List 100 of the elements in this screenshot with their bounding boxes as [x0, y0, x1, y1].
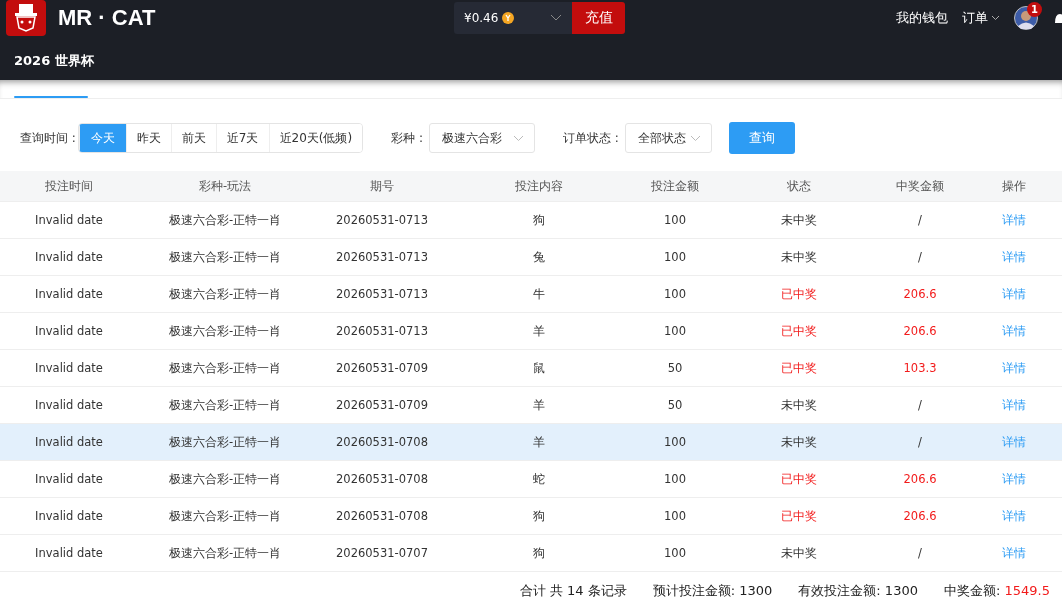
table-cell-text: Invalid date: [34, 472, 104, 486]
table-cell-text: 极速六合彩-正特一肖: [167, 286, 283, 302]
table-cell-text: 极速六合彩-正特一肖: [167, 471, 283, 487]
table-cell-text: 20260531-0707: [335, 546, 429, 560]
orders-menu[interactable]: 订单: [962, 9, 988, 27]
chevron-down-icon: [550, 14, 562, 22]
table-cell-text: 20260531-0708: [335, 472, 429, 486]
coin-icon: [502, 12, 515, 24]
banner-title: 2026 世界杯: [13, 52, 95, 70]
column-header: 中奖金额: [895, 178, 945, 194]
notification-badge: 1: [1027, 2, 1042, 17]
table-cell-text: 50: [666, 361, 684, 375]
table-cell-text: Invalid date: [34, 435, 104, 449]
table-cell-text: 兔: [532, 249, 546, 265]
table-cell-text: 20260531-0708: [335, 435, 429, 449]
column-header: 状态: [786, 178, 812, 194]
table-cell-text: 极速六合彩-正特一肖: [167, 397, 283, 413]
table-cell-text: Invalid date: [34, 213, 104, 227]
table-cell-text: 羊: [532, 397, 546, 413]
details-link[interactable]: 详情: [1002, 434, 1026, 449]
table-cell-text: 未中奖: [780, 397, 818, 413]
table-cell-text: /: [917, 398, 923, 412]
details-link[interactable]: 详情: [1002, 212, 1026, 227]
table-cell-text: /: [917, 250, 923, 264]
expected-bet-total: 预计投注金额: 1300: [652, 582, 773, 600]
table-cell-text: Invalid date: [34, 546, 104, 560]
table-cell-text: 极速六合彩-正特一肖: [167, 212, 283, 228]
table-cell-text: 已中奖: [780, 360, 818, 376]
table-cell-text: 20260531-0713: [335, 324, 429, 338]
valid-bet-total: 有效投注金额: 1300: [798, 582, 918, 600]
table-cell-text: 20260531-0713: [335, 213, 429, 227]
table-cell-text: Invalid date: [34, 287, 104, 301]
table-cell-text: 未中奖: [780, 249, 818, 265]
table-cell-text: 20260531-0713: [335, 250, 429, 264]
table-cell-text: 206.6: [902, 324, 938, 338]
column-header: 期号: [369, 178, 395, 194]
recharge-button[interactable]: 充值: [572, 2, 625, 34]
details-link[interactable]: 详情: [1002, 323, 1026, 338]
details-link[interactable]: 详情: [1002, 360, 1026, 375]
details-link[interactable]: 详情: [1002, 471, 1026, 486]
table-cell-text: 100: [663, 546, 687, 560]
table-cell-text: 未中奖: [780, 545, 818, 561]
table-cell-text: Invalid date: [34, 398, 104, 412]
table-cell-text: 牛: [532, 286, 546, 302]
table-cell-text: /: [917, 213, 923, 227]
details-link[interactable]: 详情: [1002, 545, 1026, 560]
chevron-down-icon: [689, 134, 701, 142]
table-cell-text: 已中奖: [780, 323, 818, 339]
chevron-down-icon: [991, 15, 1000, 21]
table-cell-text: 蛇: [532, 471, 546, 487]
table-cell-text: 100: [663, 250, 687, 264]
table-cell-text: 206.6: [902, 287, 938, 301]
table-cell-text: 极速六合彩-正特一肖: [167, 360, 283, 376]
table-cell-text: 20260531-0713: [335, 287, 429, 301]
details-link[interactable]: 详情: [1002, 286, 1026, 301]
table-cell-text: Invalid date: [34, 361, 104, 375]
column-header: 投注金额: [650, 178, 700, 194]
table-cell-text: 100: [663, 509, 687, 523]
details-link[interactable]: 详情: [1002, 249, 1026, 264]
table-cell-text: 未中奖: [780, 434, 818, 450]
table-cell-text: 已中奖: [780, 286, 818, 302]
details-link[interactable]: 详情: [1002, 397, 1026, 412]
table-cell-text: 103.3: [902, 361, 938, 375]
table-cell-text: 极速六合彩-正特一肖: [167, 508, 283, 524]
balance-amount: ¥0.46: [464, 11, 499, 25]
chevron-down-icon: [513, 134, 524, 142]
table-cell-text: Invalid date: [34, 324, 104, 338]
table-cell-text: 100: [663, 213, 687, 227]
table-cell-text: 100: [663, 435, 687, 449]
table-cell-text: 狗: [532, 212, 546, 228]
table-cell-text: 20260531-0709: [335, 361, 429, 375]
table-cell-text: 100: [663, 324, 687, 338]
status-select[interactable]: 全部状态: [624, 123, 712, 153]
column-header: 投注时间: [44, 178, 94, 194]
table-cell-text: Invalid date: [34, 250, 104, 264]
table-cell-text: 100: [663, 287, 687, 301]
table-cell-text: 未中奖: [780, 212, 818, 228]
table-cell-text: /: [917, 546, 923, 560]
brand-name: MR · CAT: [58, 5, 157, 31]
table-cell-text: 极速六合彩-正特一肖: [167, 545, 283, 561]
date-range-tab[interactable]: 今天: [78, 124, 126, 152]
details-link[interactable]: 详情: [1002, 508, 1026, 523]
table-cell-text: 羊: [532, 434, 546, 450]
column-header: 投注内容: [514, 178, 564, 194]
table-cell-text: 20260531-0709: [335, 398, 429, 412]
prize-total-label: 中奖金额:: [943, 583, 1001, 598]
cat-logo-icon: [6, 0, 46, 36]
table-cell-text: 极速六合彩-正特一肖: [167, 249, 283, 265]
table-cell-text: 鼠: [532, 360, 546, 376]
table-cell-text: 极速六合彩-正特一肖: [167, 434, 283, 450]
table-cell-text: 50: [666, 398, 684, 412]
wallet-link[interactable]: 我的钱包: [896, 9, 948, 27]
table-cell-text: 206.6: [902, 509, 938, 523]
date-range-tab[interactable]: 近20天(低频): [268, 124, 363, 152]
balance-dropdown[interactable]: ¥0.46: [454, 2, 572, 34]
column-header: 彩种-玩法: [197, 178, 253, 194]
filter-label: 查询时间 :: [20, 129, 76, 147]
query-button[interactable]: 查询: [728, 122, 795, 154]
lottery-select[interactable]: 极速六合彩: [429, 123, 535, 153]
table-cell-text: Invalid date: [34, 509, 104, 523]
